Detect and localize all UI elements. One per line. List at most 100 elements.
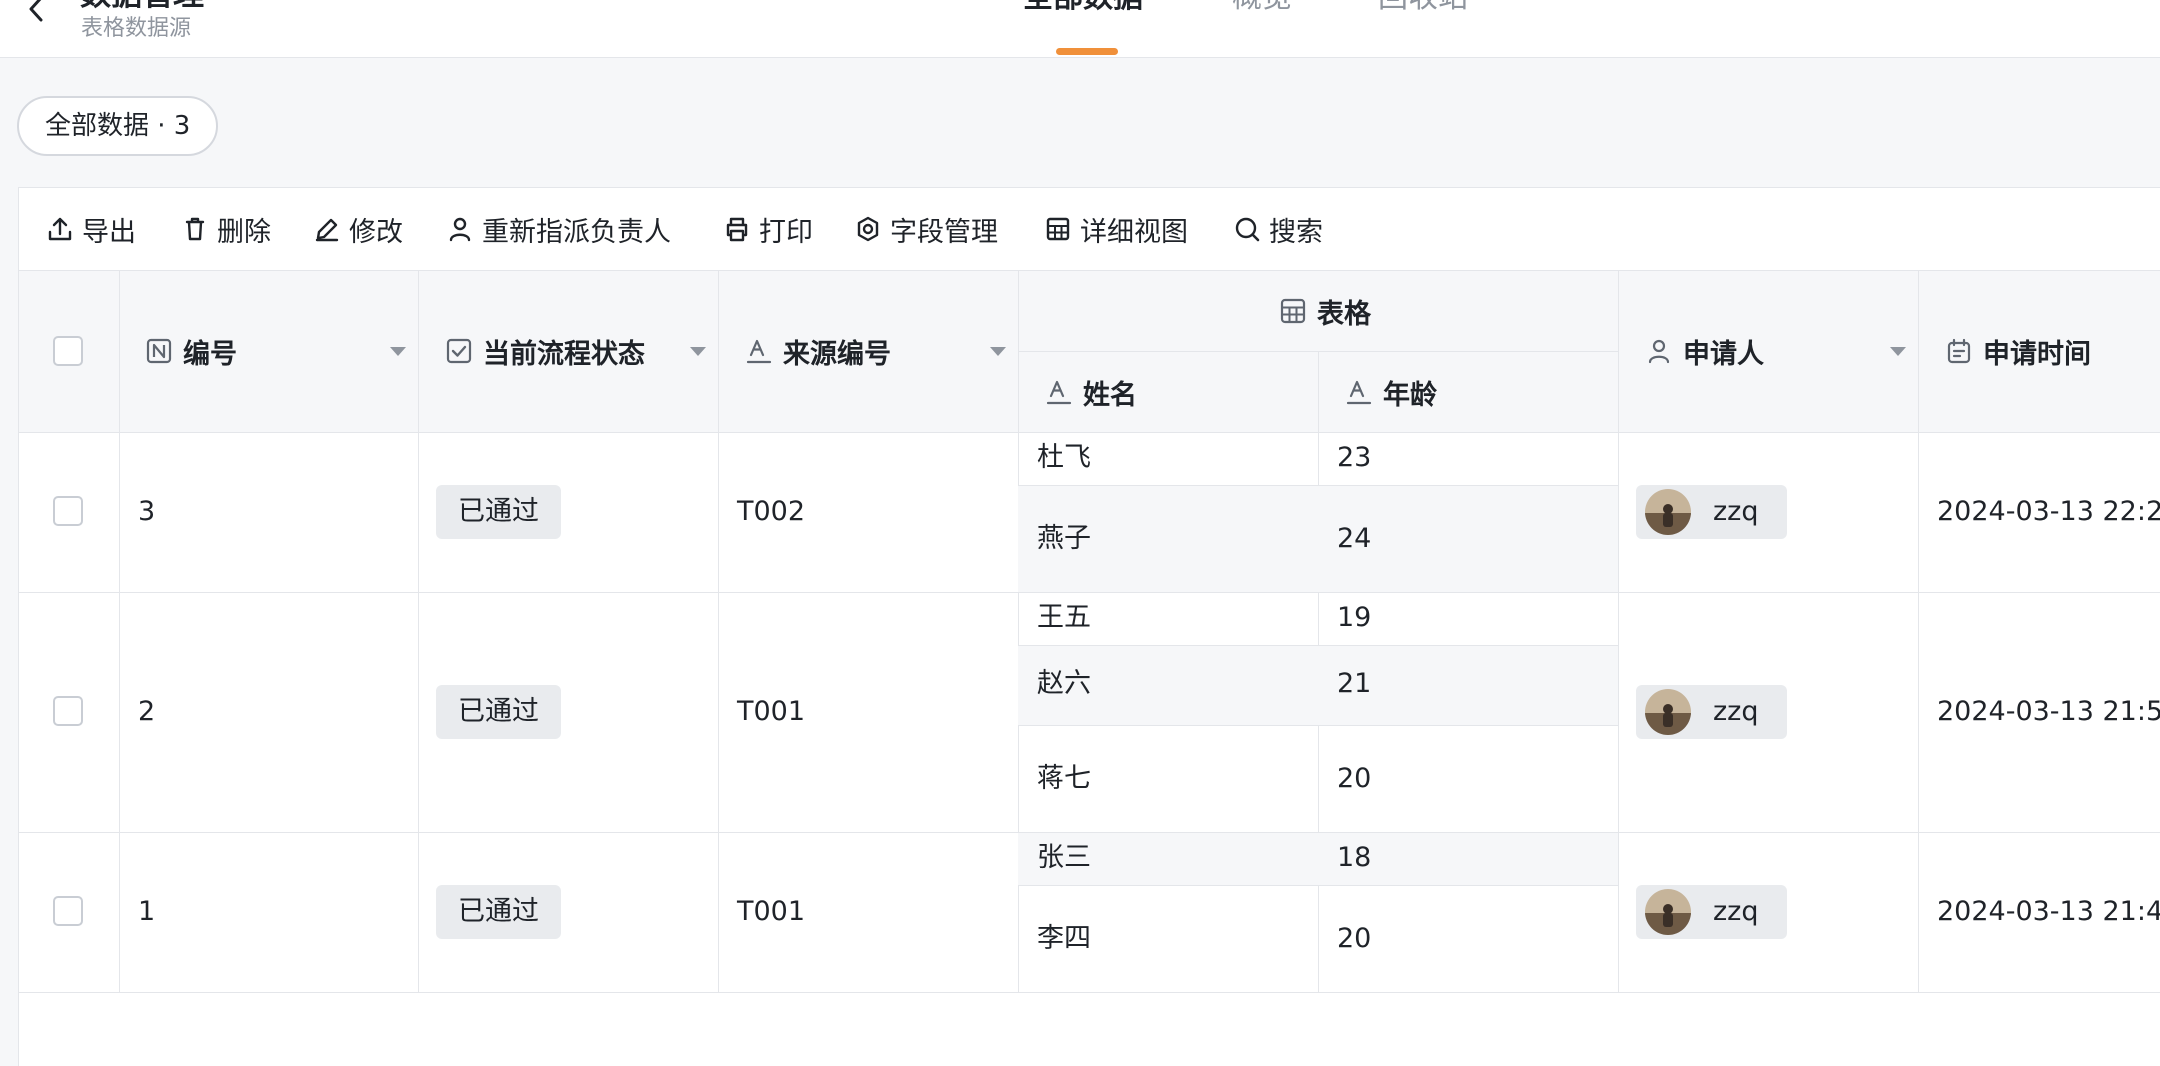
column-group-header-table-label: 表格 [1317, 298, 1371, 330]
column-header-source-label: 来源编号 [783, 338, 891, 370]
delete-label: 删除 [217, 216, 271, 248]
number-field-icon [145, 337, 173, 365]
column-header-name[interactable]: 姓名 [1045, 372, 1137, 412]
column-header-age[interactable]: 年龄 [1345, 372, 1437, 412]
search-icon [1233, 215, 1261, 243]
row-checkbox[interactable] [53, 696, 83, 726]
field-management-label: 字段管理 [890, 216, 998, 248]
detail-view-button[interactable]: 详细视图 [1044, 188, 1188, 270]
column-id-dropdown[interactable] [390, 347, 406, 356]
avatar [1645, 689, 1691, 735]
source-number: T001 [737, 896, 806, 927]
apply-time: 2024-03-13 21:5 [1937, 696, 2160, 727]
trash-icon [181, 215, 209, 243]
sub-age: 18 [1337, 842, 1372, 873]
print-label: 打印 [759, 216, 813, 248]
apply-time: 2024-03-13 21:4 [1937, 896, 2160, 927]
search-button[interactable]: 搜索 [1233, 188, 1323, 270]
printer-icon [723, 215, 751, 243]
column-header-applicant[interactable]: 申请人 [1645, 331, 1764, 371]
user-icon [446, 215, 474, 243]
edit-label: 修改 [349, 216, 403, 248]
column-applicant-dropdown[interactable] [1890, 347, 1906, 356]
status-badge: 已通过 [436, 485, 561, 539]
select-all-checkbox[interactable] [53, 336, 83, 366]
applicant-chip[interactable]: zzq [1636, 485, 1787, 539]
upload-icon [46, 215, 74, 243]
user-icon [1645, 337, 1673, 365]
table-field-icon [1279, 297, 1307, 325]
app-subtitle: 表格数据源 [81, 16, 192, 41]
reassign-owner-label: 重新指派负责人 [482, 216, 671, 248]
tab-recycle-bin[interactable]: 回收站 [1378, 0, 1468, 16]
text-field-icon [1045, 378, 1073, 406]
avatar [1645, 489, 1691, 535]
delete-button[interactable]: 删除 [181, 188, 271, 270]
sub-age: 19 [1337, 602, 1372, 633]
applicant-name: zzq [1713, 696, 1759, 727]
table-row[interactable]: 3 已通过 T002 杜飞 23 燕子 24 zzq 2024-03-13 22… [19, 433, 2160, 592]
sub-name: 杜飞 [1037, 442, 1091, 473]
pencil-icon [313, 215, 341, 243]
status-badge: 已通过 [436, 685, 561, 739]
sub-age: 23 [1337, 442, 1372, 473]
reassign-owner-button[interactable]: 重新指派负责人 [446, 188, 671, 270]
column-header-source[interactable]: 来源编号 [745, 331, 891, 371]
column-header-status[interactable]: 当前流程状态 [445, 331, 645, 371]
column-header-applicant-label: 申请人 [1683, 338, 1764, 370]
table-row[interactable]: 2 已通过 T001 王五 19 赵六 21 蒋七 20 zzq 2024-03… [19, 593, 2160, 832]
checkbox-field-icon [445, 337, 473, 365]
active-tab-indicator [1056, 48, 1118, 55]
applicant-name: zzq [1713, 496, 1759, 527]
edit-button[interactable]: 修改 [313, 188, 403, 270]
text-field-icon [745, 337, 773, 365]
row-checkbox[interactable] [53, 896, 83, 926]
sub-name: 李四 [1037, 923, 1091, 954]
column-header-id-label: 编号 [183, 338, 237, 370]
row-id: 3 [138, 496, 156, 527]
settings-icon [854, 215, 882, 243]
tab-all-data[interactable]: 全部数据 [1023, 0, 1143, 16]
sub-name: 赵六 [1037, 668, 1091, 699]
column-header-time[interactable]: 申请时间 [1945, 331, 2091, 371]
applicant-chip[interactable]: zzq [1636, 885, 1787, 939]
data-table: 编号 当前流程状态 来源编号 表格 姓名 年龄 申请人 申请时间 3 已通过 T… [18, 271, 2160, 1066]
avatar [1645, 889, 1691, 935]
status-badge: 已通过 [436, 885, 561, 939]
action-toolbar: 导出 删除 修改 重新指派负责人 打印 字段管理 详细视图 搜索 [18, 187, 2160, 271]
source-number: T001 [737, 696, 806, 727]
source-number: T002 [737, 496, 806, 527]
print-button[interactable]: 打印 [723, 188, 813, 270]
sub-age: 24 [1337, 523, 1372, 554]
column-source-dropdown[interactable] [990, 347, 1006, 356]
table-row[interactable]: 1 已通过 T001 张三 18 李四 20 zzq 2024-03-13 21… [19, 833, 2160, 992]
sub-name: 蒋七 [1037, 763, 1091, 794]
sub-age: 20 [1337, 923, 1372, 954]
tab-overview[interactable]: 概览 [1232, 0, 1292, 16]
detail-view-label: 详细视图 [1080, 216, 1188, 248]
export-label: 导出 [82, 216, 136, 248]
back-arrow-icon[interactable] [22, 0, 52, 24]
apply-time: 2024-03-13 22:2 [1937, 496, 2160, 527]
column-header-id[interactable]: 编号 [145, 331, 237, 371]
column-header-age-label: 年龄 [1383, 379, 1437, 411]
view-chip-label: 全部数据 · 3 [45, 111, 191, 141]
applicant-chip[interactable]: zzq [1636, 685, 1787, 739]
column-header-name-label: 姓名 [1083, 379, 1137, 411]
column-group-header-table: 表格 [1279, 291, 1371, 331]
column-header-time-label: 申请时间 [1983, 338, 2091, 370]
calendar-icon [1945, 337, 1973, 365]
sub-name: 王五 [1037, 602, 1091, 633]
column-status-dropdown[interactable] [690, 347, 706, 356]
row-checkbox[interactable] [53, 496, 83, 526]
row-id: 2 [138, 696, 156, 727]
applicant-name: zzq [1713, 896, 1759, 927]
export-button[interactable]: 导出 [46, 188, 136, 270]
search-label: 搜索 [1269, 216, 1323, 248]
view-selector-chip[interactable]: 全部数据 · 3 [17, 96, 219, 156]
field-management-button[interactable]: 字段管理 [854, 188, 998, 270]
sub-name: 张三 [1037, 842, 1091, 873]
sub-age: 20 [1337, 763, 1372, 794]
top-header: 数据管理 表格数据源 全部数据 概览 回收站 [0, 0, 2160, 58]
column-header-status-label: 当前流程状态 [483, 338, 645, 370]
